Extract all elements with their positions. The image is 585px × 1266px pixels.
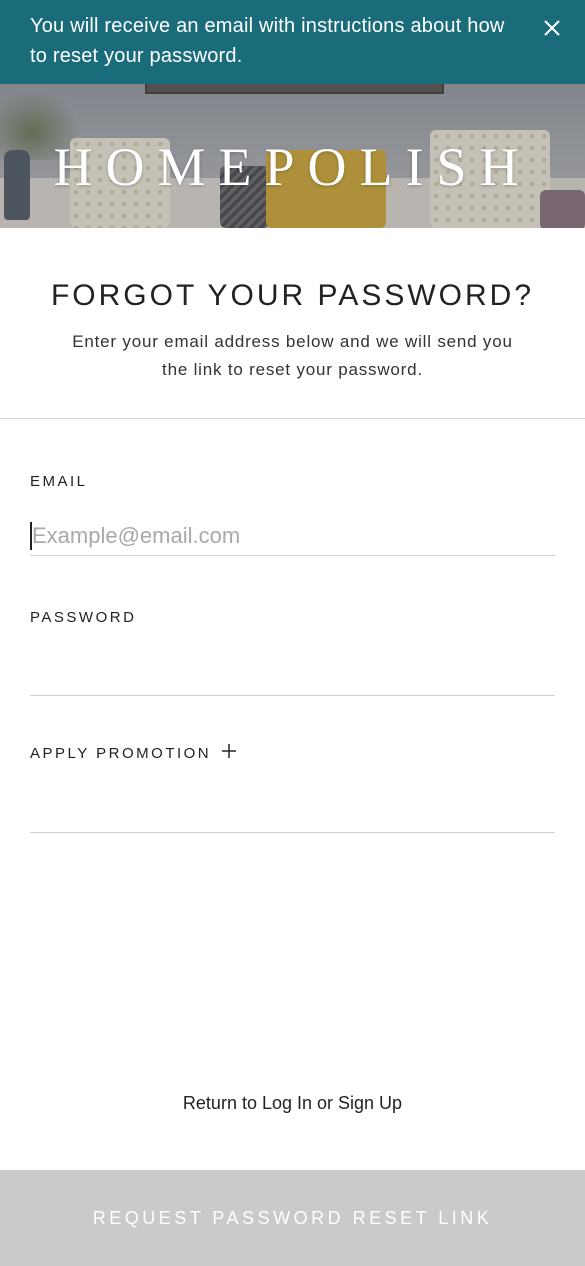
section-divider	[0, 418, 585, 419]
footer: Return to Log In or Sign Up	[0, 1093, 585, 1114]
plus-icon	[221, 744, 236, 763]
banner-message: You will receive an email with instructi…	[30, 15, 505, 67]
close-icon[interactable]	[538, 14, 566, 42]
promotion-label: APPLY PROMOTION	[30, 745, 212, 762]
password-label: PASSWORD	[30, 609, 137, 626]
request-reset-link-button[interactable]: REQUEST PASSWORD RESET LINK	[0, 1170, 585, 1266]
text-cursor	[30, 522, 32, 550]
password-field[interactable]	[30, 656, 555, 696]
email-field[interactable]	[30, 516, 555, 556]
page-title: FORGOT YOUR PASSWORD?	[50, 279, 535, 312]
page-subtitle: Enter your email address below and we wi…	[72, 332, 513, 379]
apply-promotion-toggle[interactable]: APPLY PROMOTION	[30, 744, 236, 766]
brand-logo: HOMEPOLISH	[53, 137, 532, 197]
email-label: EMAIL	[30, 473, 88, 490]
return-to-login-link[interactable]: Return to Log In or Sign Up	[183, 1093, 402, 1113]
promotion-field-underline	[30, 832, 555, 833]
notification-banner: You will receive an email with instructi…	[0, 0, 585, 84]
